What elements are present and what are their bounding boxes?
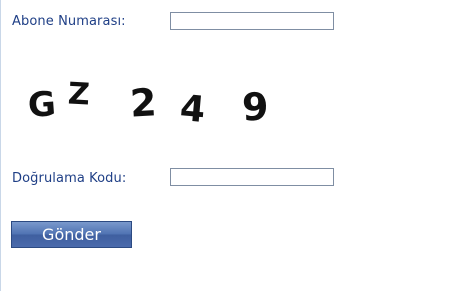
left-border — [0, 0, 1, 291]
captcha-char: G — [26, 84, 58, 126]
captcha-image: G Z 2 4 9 — [24, 74, 284, 136]
subscriber-number-input[interactable] — [170, 12, 334, 30]
captcha-char: Z — [67, 76, 91, 113]
subscriber-number-label: Abone Numarası: — [12, 14, 126, 29]
verification-code-input[interactable] — [170, 168, 334, 186]
verification-code-label: Doğrulama Kodu: — [12, 171, 127, 186]
captcha-char: 4 — [178, 87, 207, 132]
captcha-char: 2 — [128, 80, 158, 126]
captcha-char: 9 — [241, 84, 270, 130]
submit-button[interactable]: Gönder — [11, 221, 132, 248]
